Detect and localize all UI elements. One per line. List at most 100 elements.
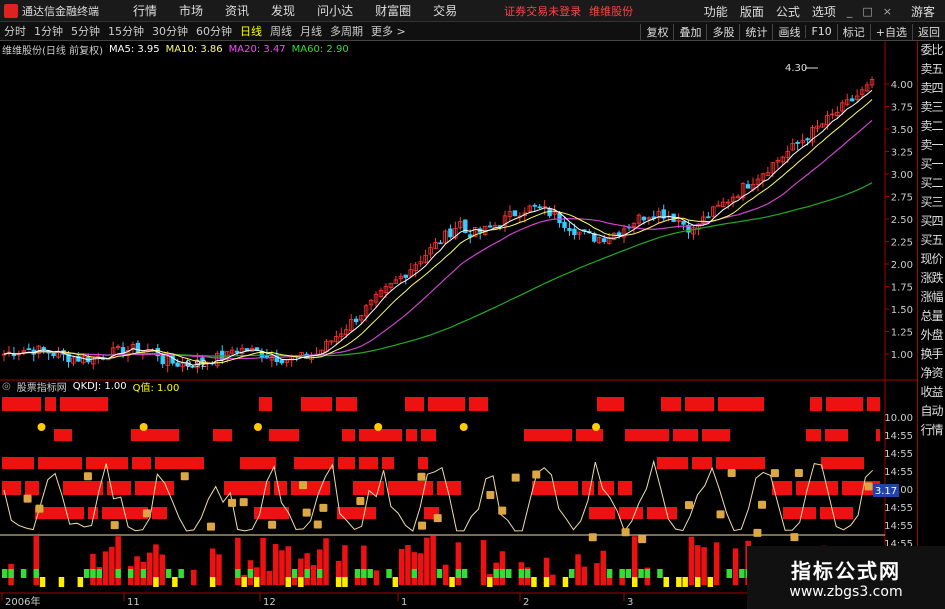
volume-bar (216, 554, 222, 585)
sidebar-item[interactable]: 卖四 (918, 79, 945, 98)
chart-tool-button[interactable]: 标记 (836, 23, 870, 40)
signal-block (647, 507, 677, 519)
menu-layout[interactable]: 版面 (734, 3, 770, 20)
period-tab[interactable]: 更多 > (367, 23, 410, 39)
sidebar-item[interactable]: 总量 (918, 307, 945, 326)
signal-block (421, 429, 436, 441)
signal-marker (498, 506, 507, 515)
kline-chart[interactable]: 4.00 3.75 3.50 3.25 3.00 2.75 2.50 2.25 2.00 1.75… (0, 41, 917, 609)
main-menu: 行情 市场 资讯 发现 问小达 财富圈 交易 (122, 2, 468, 19)
chart-tool-button[interactable]: 返回 (912, 23, 945, 40)
sidebar-item[interactable]: 行情 (918, 421, 945, 440)
chart-tool-button[interactable]: 叠加 (673, 23, 706, 40)
sidebar-item[interactable]: 委比 (918, 41, 945, 60)
menu-function[interactable]: 功能 (698, 3, 734, 20)
menu-item[interactable]: 财富圈 (364, 2, 422, 19)
chart-tool-button[interactable]: F10 (805, 25, 836, 38)
signal-yellow (254, 577, 260, 587)
signal-green (90, 569, 96, 578)
period-tab[interactable]: 多周期 (326, 23, 367, 39)
menu-options[interactable]: 选项 (806, 3, 842, 20)
volume-bar (713, 542, 720, 585)
signal-block (716, 457, 765, 469)
sidebar-item[interactable]: 卖二 (918, 117, 945, 136)
candle-body (26, 348, 32, 351)
period-tab[interactable]: 1分钟 (30, 23, 67, 39)
sidebar-item[interactable]: 卖五 (918, 60, 945, 79)
y-tick-label: 1.50 (891, 305, 913, 316)
signal-block (582, 481, 594, 495)
signal-block (589, 507, 615, 519)
sidebar-item[interactable]: 买一 (918, 155, 945, 174)
signal-green (291, 569, 298, 578)
sidebar-item[interactable]: 买二 (918, 174, 945, 193)
sidebar-item[interactable]: 现价 (918, 250, 945, 269)
signal-marker (684, 501, 693, 510)
candle-body (448, 228, 453, 238)
x-tick-label: 11 (127, 597, 140, 608)
indicator-gear-icon[interactable]: ◎ (2, 381, 11, 392)
menu-item[interactable]: 资讯 (214, 2, 260, 19)
period-tab[interactable]: 15分钟 (104, 23, 148, 39)
period-tab[interactable]: 分时 (0, 23, 30, 39)
volume-bar (373, 570, 380, 585)
signal-marker (727, 469, 736, 478)
signal-block (825, 429, 848, 441)
watermark-title: 指标公式网 (791, 559, 901, 583)
signal-yellow (285, 577, 291, 587)
sidebar-item[interactable]: 涨跌 (918, 269, 945, 288)
menu-item[interactable]: 问小达 (306, 2, 364, 19)
volume-bar (417, 553, 424, 585)
period-tab[interactable]: 60分钟 (192, 23, 236, 39)
signal-marker (433, 514, 442, 523)
menu-item[interactable]: 市场 (168, 2, 214, 19)
period-tab[interactable]: 5分钟 (67, 23, 104, 39)
sidebar-item[interactable]: 买五 (918, 231, 945, 250)
candle-body (160, 354, 165, 365)
chart-tool-button[interactable]: 统计 (739, 23, 772, 40)
chart-tool-button[interactable]: +自选 (869, 23, 912, 40)
signal-block (54, 429, 72, 441)
sidebar-item[interactable]: 买三 (918, 193, 945, 212)
period-tab[interactable]: 月线 (296, 23, 326, 39)
signal-marker (753, 528, 762, 537)
trade-login-status[interactable]: 证券交易未登录 (504, 3, 581, 19)
signal-block (274, 481, 287, 495)
signal-block (338, 457, 355, 469)
candle-body (562, 221, 567, 228)
signal-marker (621, 528, 630, 537)
period-tab[interactable]: 30分钟 (148, 23, 192, 39)
chart-tool-button[interactable]: 画线 (772, 23, 805, 40)
sidebar-item[interactable]: 涨幅 (918, 288, 945, 307)
period-tab[interactable]: 日线 (236, 23, 266, 39)
signal-green (354, 569, 361, 578)
chart-tool-button[interactable]: 多股 (706, 23, 739, 40)
signal-block (294, 457, 334, 469)
sidebar-item[interactable]: 卖三 (918, 98, 945, 117)
signal-block (269, 429, 299, 441)
sidebar-item[interactable]: 净资 (918, 364, 945, 383)
close-icon[interactable]: × (878, 5, 897, 18)
sidebar-item[interactable]: 卖一 (918, 136, 945, 155)
sidebar-item[interactable]: 自动 (918, 402, 945, 421)
signal-yellow (562, 577, 569, 587)
watermark: 指标公式网 www.zbgs3.com (747, 546, 945, 609)
signal-block (796, 481, 838, 495)
menu-item[interactable]: 交易 (422, 2, 468, 19)
menu-item[interactable]: 行情 (122, 2, 168, 19)
sidebar-item[interactable]: 收益 (918, 383, 945, 402)
minimize-icon[interactable]: _ (842, 5, 858, 18)
sidebar-item[interactable]: 外盘 (918, 326, 945, 345)
guest-user[interactable]: 游客 (897, 3, 945, 20)
chart-tool-button[interactable]: 复权 (640, 23, 673, 40)
indicator-name[interactable]: 股票指标网 (17, 379, 67, 394)
menu-item[interactable]: 发现 (260, 2, 306, 19)
sidebar-item[interactable]: 买四 (918, 212, 945, 231)
x-tick-label: 3 (627, 597, 633, 608)
period-tab[interactable]: 周线 (266, 23, 296, 39)
maximize-icon[interactable]: □ (857, 5, 877, 18)
sidebar-item[interactable]: 换手 (918, 345, 945, 364)
signal-marker (864, 482, 873, 491)
volume-bar (443, 564, 449, 585)
menu-formula[interactable]: 公式 (770, 3, 806, 20)
